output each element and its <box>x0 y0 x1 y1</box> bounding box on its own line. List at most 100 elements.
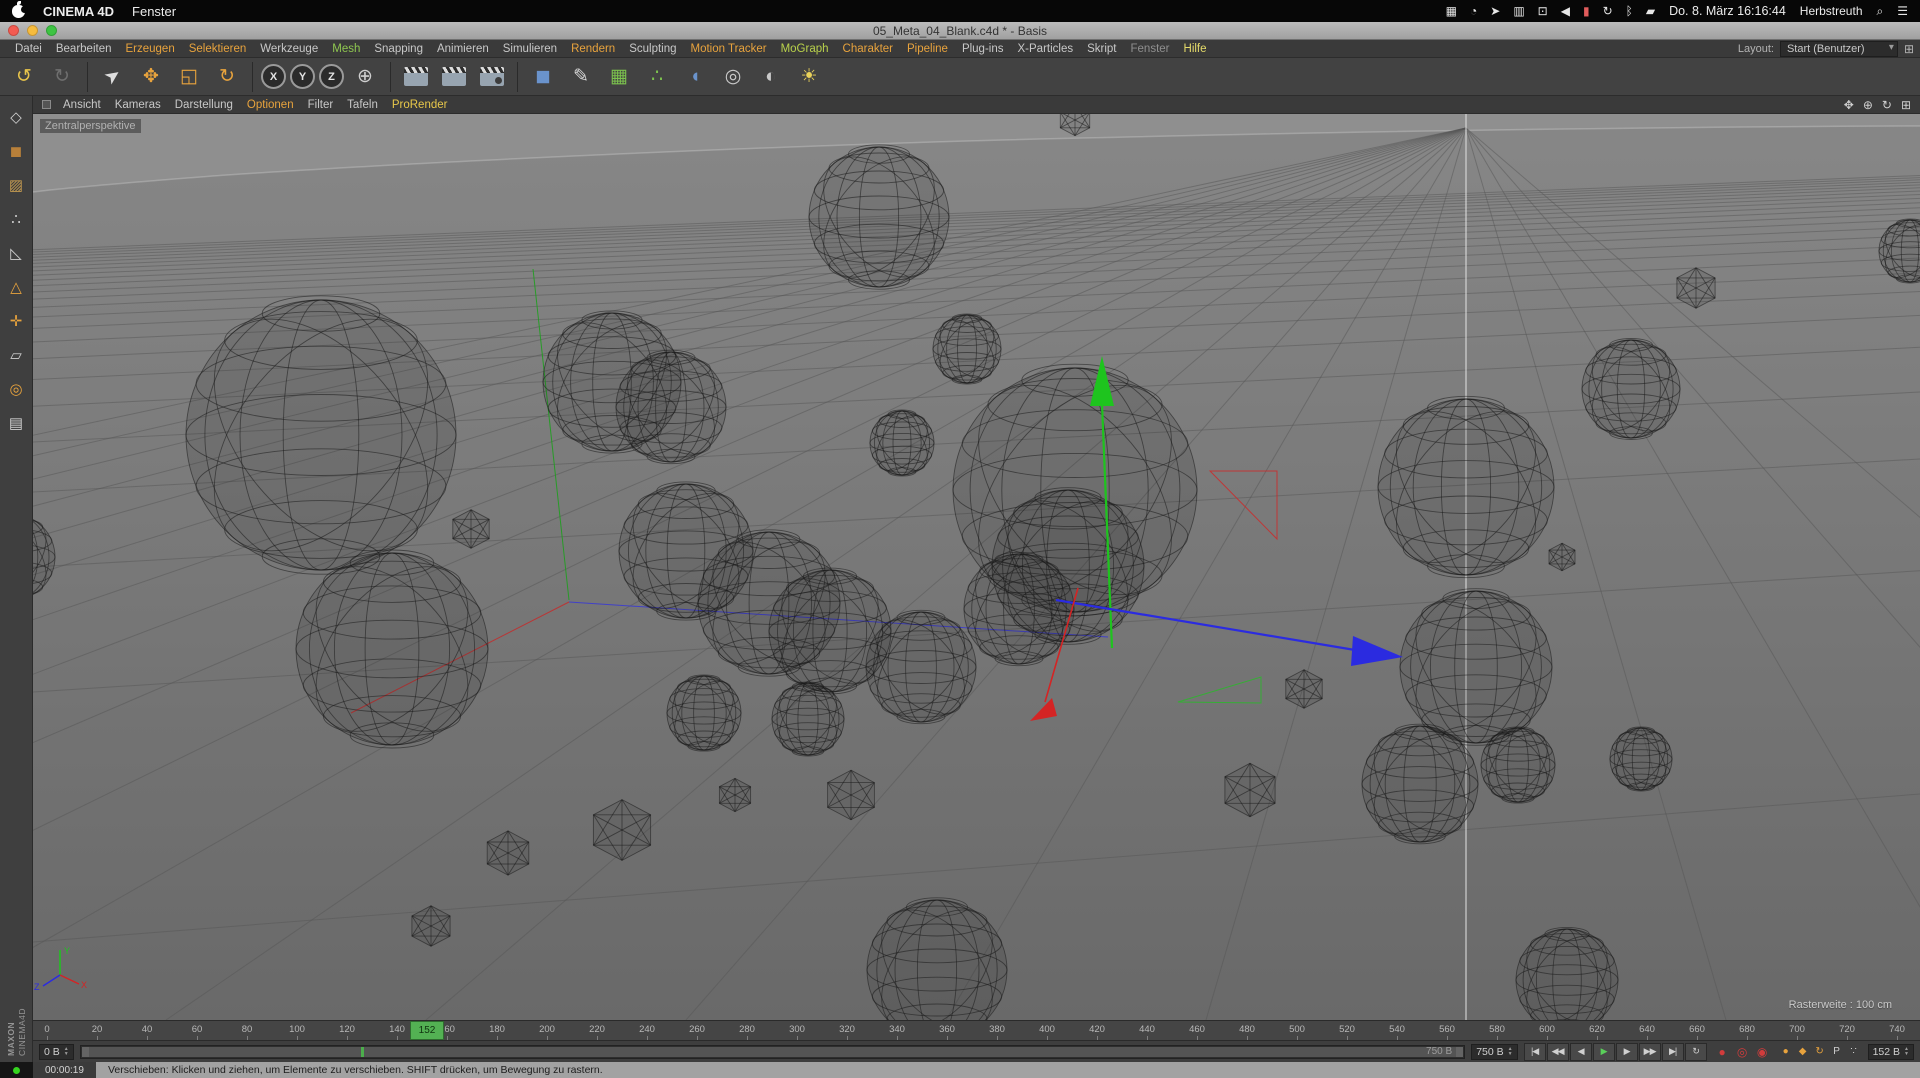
record-scale-button[interactable]: ◆ <box>1795 1043 1811 1061</box>
timeline-scrollbar[interactable]: 750 B <box>79 1044 1466 1059</box>
record-parameter-button[interactable]: P <box>1829 1043 1845 1061</box>
record-position-button[interactable]: ● <box>1778 1043 1794 1061</box>
viewport-menu-prorender[interactable]: ProRender <box>385 99 455 111</box>
move-tool[interactable]: ✥ <box>133 60 169 94</box>
viewport-menu-ansicht[interactable]: Ansicht <box>56 99 108 111</box>
viewport-menu-icon[interactable] <box>42 100 51 109</box>
menu-item-plug-ins[interactable]: Plug-ins <box>955 43 1011 55</box>
menu-item-snapping[interactable]: Snapping <box>367 43 430 55</box>
keyboard-icon[interactable]: ▥ <box>1513 4 1524 18</box>
menu-item-fenster[interactable]: Fenster <box>1124 43 1177 55</box>
menu-item-rendern[interactable]: Rendern <box>564 43 622 55</box>
make-editable-button[interactable]: ◇ <box>4 105 28 129</box>
play-button[interactable]: ▶ <box>1592 1042 1615 1061</box>
scrollbar-left-cap[interactable] <box>81 1046 89 1057</box>
bluetooth-icon[interactable]: ᛒ <box>1626 4 1633 18</box>
z-axis-button[interactable]: Z <box>319 64 344 89</box>
menu-item-motion-tracker[interactable]: Motion Tracker <box>684 43 774 55</box>
viewport-menu-filter[interactable]: Filter <box>301 99 341 111</box>
coordinate-system-button[interactable]: ⊕ <box>347 60 383 94</box>
layout-grid-icon[interactable]: ⊞ <box>1904 42 1914 56</box>
location-icon[interactable]: ➤ <box>1490 4 1500 18</box>
viewport-menu-tafeln[interactable]: Tafeln <box>340 99 385 111</box>
axis-mode-button[interactable]: ✛ <box>4 309 28 333</box>
menu-item-simulieren[interactable]: Simulieren <box>496 43 564 55</box>
menu-item-skript[interactable]: Skript <box>1080 43 1123 55</box>
add-spline-button[interactable]: ✎ <box>563 60 599 94</box>
record-button[interactable]: ● <box>1713 1043 1732 1061</box>
frame-stepper[interactable]: ▲ ▼ <box>1904 1046 1909 1057</box>
volume-icon[interactable]: ◀ <box>1561 4 1570 18</box>
add-camera-button[interactable]: ◎ <box>715 60 751 94</box>
render-settings-button[interactable] <box>474 60 510 94</box>
add-deformer-button[interactable]: ◖ <box>677 60 713 94</box>
redo-button[interactable]: ↻ <box>44 60 80 94</box>
texture-mode-button[interactable]: ▨ <box>4 173 28 197</box>
menu-item-werkzeuge[interactable]: Werkzeuge <box>253 43 325 55</box>
viewport-menu-optionen[interactable]: Optionen <box>240 99 301 111</box>
y-axis-button[interactable]: Y <box>290 64 315 89</box>
autokey-button[interactable]: ◎ <box>1733 1043 1752 1061</box>
scrollbar-right-cap[interactable] <box>1456 1046 1464 1057</box>
add-cloner-button[interactable]: ∴ <box>639 60 675 94</box>
layout-select[interactable]: Start (Benutzer) <box>1779 40 1898 57</box>
current-frame-field[interactable]: 152 B ▲ ▼ <box>1867 1043 1914 1060</box>
prev-frame-button[interactable]: ◀ <box>1569 1042 1592 1061</box>
menu-item-pipeline[interactable]: Pipeline <box>900 43 955 55</box>
undo-button[interactable]: ↺ <box>6 60 42 94</box>
x-axis-button[interactable]: X <box>261 64 286 89</box>
render-view-button[interactable] <box>398 60 434 94</box>
render-picture-viewer-button[interactable] <box>436 60 472 94</box>
notification-center-icon[interactable]: ☰ <box>1897 4 1908 18</box>
time-machine-icon[interactable]: ↻ <box>1603 4 1613 18</box>
play-mode-button[interactable]: ↻ <box>1684 1042 1707 1061</box>
menu-item-selektieren[interactable]: Selektieren <box>182 43 254 55</box>
timeline-end-field[interactable]: 750 B ▲ ▼ <box>1471 1043 1518 1060</box>
timeline-ruler[interactable]: 0 20 40 60 80 100 120 140 160 180 200 220 240 260 280 3… <box>33 1020 1920 1040</box>
record-rotation-button[interactable]: ↻ <box>1812 1043 1828 1061</box>
apple-icon[interactable] <box>12 0 28 18</box>
viewport-toggle-icon[interactable]: ⊞ <box>1901 98 1911 112</box>
menu-item-datei[interactable]: Datei <box>8 43 49 55</box>
model-mode-button[interactable]: ◼ <box>4 139 28 163</box>
end-stepper[interactable]: ▲ ▼ <box>1508 1046 1513 1057</box>
live-selection-tool[interactable]: ➤ <box>95 60 131 94</box>
grid-icon[interactable]: ▦ <box>1446 4 1457 18</box>
menu-item-animieren[interactable]: Animieren <box>430 43 496 55</box>
slider-playhead[interactable] <box>361 1046 365 1057</box>
battery-icon[interactable]: ▰ <box>1646 4 1655 18</box>
macos-clock[interactable]: Do. 8. März 16:16:44 <box>1669 4 1786 18</box>
recording-icon[interactable]: ▮ <box>1583 4 1590 18</box>
menu-item-mesh[interactable]: Mesh <box>325 43 367 55</box>
lock-workplane-button[interactable]: ▤ <box>4 411 28 435</box>
menu-item-erzeugen[interactable]: Erzeugen <box>118 43 181 55</box>
window-titlebar[interactable]: 05_Meta_04_Blank.c4d * - Basis <box>0 22 1920 40</box>
add-subdivision-button[interactable]: ▦ <box>601 60 637 94</box>
clock-icon[interactable]: ◔ <box>1470 4 1477 18</box>
viewport-rotate-icon[interactable]: ↻ <box>1882 98 1892 112</box>
add-primitive-button[interactable]: ◼ <box>525 60 561 94</box>
next-frame-button[interactable]: ▶ <box>1615 1042 1638 1061</box>
menu-item-bearbeiten[interactable]: Bearbeiten <box>49 43 119 55</box>
keyframe-selection-button[interactable]: ◉ <box>1753 1043 1772 1061</box>
timeline-playhead[interactable]: 152 <box>410 1021 444 1040</box>
menu-item-mograph[interactable]: MoGraph <box>774 43 836 55</box>
menu-item-sculpting[interactable]: Sculpting <box>622 43 683 55</box>
display-icon[interactable]: ⊡ <box>1538 4 1548 18</box>
edges-mode-button[interactable]: ◺ <box>4 241 28 265</box>
menu-item-hilfe[interactable]: Hilfe <box>1177 43 1214 55</box>
prev-key-button[interactable]: ◀◀ <box>1546 1042 1569 1061</box>
rotate-tool[interactable]: ↻ <box>209 60 245 94</box>
viewport-canvas[interactable]: Y X Z <box>33 114 1920 1020</box>
scale-tool[interactable]: ◱ <box>171 60 207 94</box>
timeline-start-field[interactable]: 0 B ▲ ▼ <box>39 1043 74 1060</box>
timeline-scrollbar-handle[interactable] <box>81 1046 1464 1057</box>
next-key-button[interactable]: ▶▶ <box>1638 1042 1661 1061</box>
menu-item-charakter[interactable]: Charakter <box>836 43 901 55</box>
record-pla-button[interactable]: ∵ <box>1846 1043 1862 1061</box>
viewport-menu-kameras[interactable]: Kameras <box>108 99 168 111</box>
macos-user-menu[interactable]: Herbstreuth <box>1800 4 1863 18</box>
search-icon[interactable]: ⌕ <box>1877 4 1884 19</box>
points-mode-button[interactable]: ∴ <box>4 207 28 231</box>
workplane-mode-button[interactable]: ▱ <box>4 343 28 367</box>
